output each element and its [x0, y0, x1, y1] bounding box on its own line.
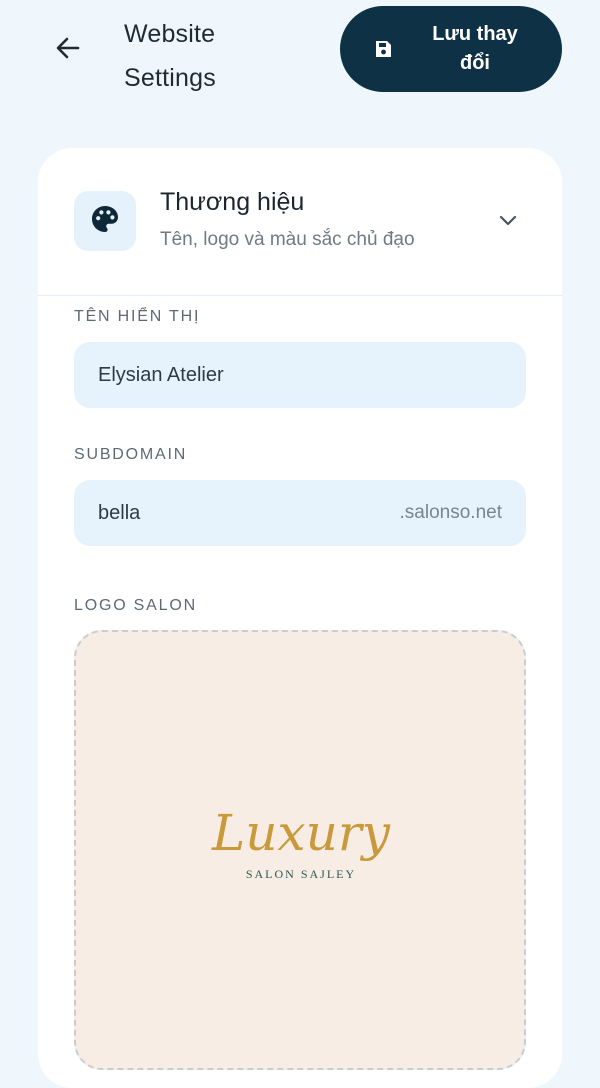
palette-icon: [89, 203, 121, 240]
subdomain-label: SUBDOMAIN: [74, 446, 188, 463]
display-name-value: Elysian Atelier: [98, 363, 224, 386]
display-name-input[interactable]: Elysian Atelier: [74, 342, 526, 408]
logo-label: LOGO SALON: [74, 597, 197, 614]
palette-icon-box: [74, 191, 136, 251]
logo-tagline: SALON SAJLEY: [246, 867, 356, 881]
back-button[interactable]: [44, 26, 92, 74]
page-title: Website Settings: [124, 20, 216, 92]
branding-subtitle: Tên, logo và màu sắc chủ đạo: [160, 229, 415, 250]
branding-section-header[interactable]: Thương hiệu Tên, logo và màu sắc chủ đạo: [38, 148, 562, 296]
logo-wordmark: Luxury: [211, 804, 391, 862]
arrow-left-icon: [54, 34, 82, 67]
settings-card: Thương hiệu Tên, logo và màu sắc chủ đạo…: [38, 148, 562, 1088]
display-name-label: TÊN HIỂN THỊ: [74, 308, 201, 325]
chevron-down-icon[interactable]: [494, 206, 522, 234]
subdomain-value: bella: [98, 501, 141, 524]
branding-title: Thương hiệu: [160, 188, 305, 216]
logo-upload-area[interactable]: Luxury SALON SAJLEY: [74, 630, 526, 1070]
save-icon: [372, 38, 394, 60]
subdomain-input[interactable]: bella .salonso.net: [74, 480, 526, 546]
save-changes-button[interactable]: Lưu thay đổi: [340, 6, 562, 92]
top-bar: Website Settings Lưu thay đổi: [0, 0, 600, 110]
subdomain-suffix: .salonso.net: [399, 502, 502, 523]
save-button-label: Lưu thay đổi: [432, 23, 518, 74]
salon-logo: Luxury SALON SAJLEY: [211, 804, 391, 881]
